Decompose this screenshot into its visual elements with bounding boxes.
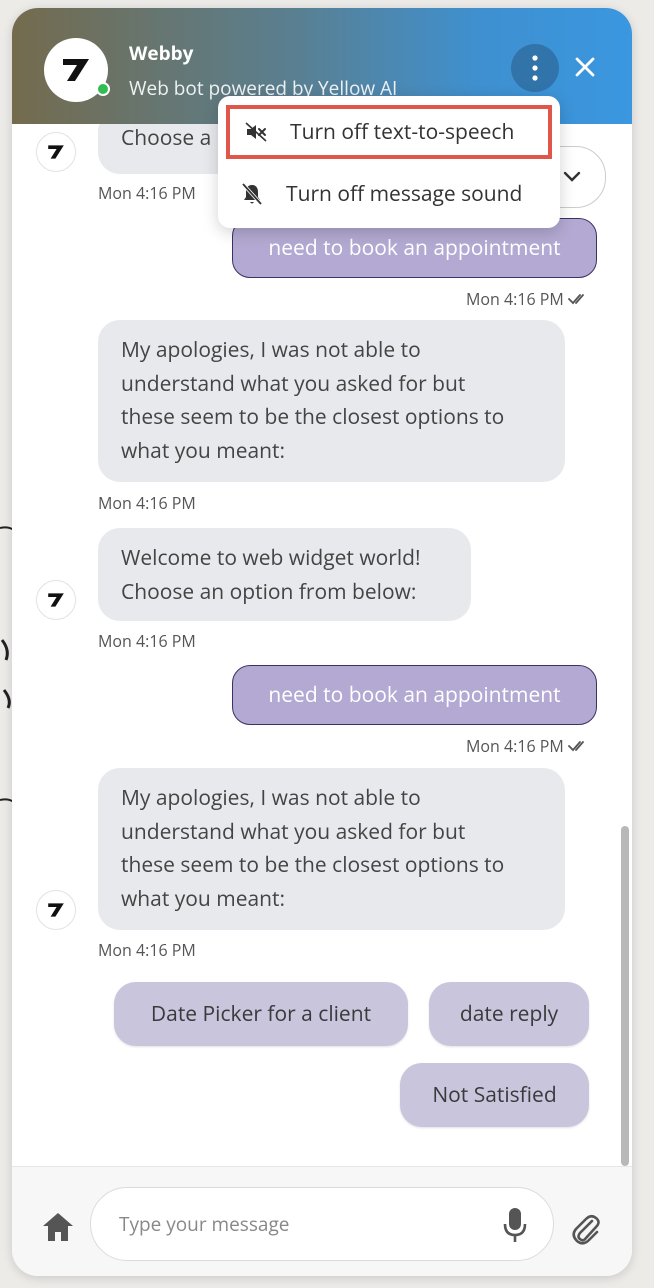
message-timestamp: Mon 4:16 PM bbox=[98, 182, 196, 204]
message-timestamp: Mon 4:16 PM bbox=[98, 630, 196, 652]
message-timestamp: Mon 4:16 PM bbox=[98, 492, 196, 514]
bot-message: My apologies, I was not able to understa… bbox=[98, 768, 565, 930]
timestamp-text: Mon 4:16 PM bbox=[466, 735, 564, 757]
close-icon bbox=[575, 57, 595, 77]
bot-message-line: Welcome to web widget world! bbox=[121, 544, 421, 572]
bot-message-line: Choose an option from below: bbox=[121, 577, 417, 606]
message-input-container bbox=[90, 1187, 554, 1261]
menu-item-message-sound[interactable]: Turn off message sound bbox=[226, 167, 552, 221]
menu-item-text-to-speech[interactable]: Turn off text-to-speech bbox=[226, 105, 552, 159]
chat-messages[interactable]: Choose a Mon 4:16 PM need to book an app… bbox=[12, 110, 632, 1164]
scrollbar[interactable] bbox=[621, 826, 629, 1166]
timestamp-text: Mon 4:16 PM bbox=[466, 288, 564, 310]
menu-item-label: Turn off message sound bbox=[286, 180, 523, 208]
microphone-icon bbox=[503, 1208, 527, 1242]
home-button[interactable] bbox=[40, 1209, 76, 1245]
user-message-text: need to book an appointment bbox=[268, 681, 561, 709]
options-menu: Turn off text-to-speech Turn off message… bbox=[218, 96, 560, 228]
attach-button[interactable] bbox=[568, 1211, 604, 1247]
double-check-icon bbox=[567, 294, 584, 305]
bot-message: My apologies, I was not able to understa… bbox=[98, 320, 565, 482]
bot-message: Welcome to web widget world! Choose an o… bbox=[98, 528, 471, 621]
bot-message-avatar bbox=[36, 580, 76, 620]
menu-item-label: Turn off text-to-speech bbox=[290, 118, 515, 146]
yellow-ai-logo-icon bbox=[48, 903, 64, 917]
yellow-ai-logo-icon bbox=[63, 59, 89, 81]
bot-message-line: these seem to be the closest options to bbox=[121, 403, 505, 431]
quick-reply-date-picker[interactable]: Date Picker for a client bbox=[114, 982, 408, 1046]
user-message: need to book an appointment bbox=[232, 665, 597, 725]
user-message-text: need to book an appointment bbox=[268, 234, 561, 262]
user-message-timestamp: Mon 4:16 PM bbox=[466, 735, 588, 757]
microphone-button[interactable] bbox=[499, 1206, 531, 1244]
paperclip-icon bbox=[572, 1214, 600, 1245]
message-input[interactable] bbox=[119, 1206, 479, 1242]
home-icon bbox=[43, 1213, 73, 1241]
online-status-dot bbox=[96, 82, 110, 96]
bot-message-line: understand what you asked for but bbox=[121, 369, 466, 398]
user-message-timestamp: Mon 4:16 PM bbox=[466, 288, 588, 310]
chat-widget: Webby Web bot powered by Yellow AI Choos… bbox=[12, 8, 632, 1276]
speaker-muted-icon bbox=[245, 122, 267, 142]
bot-message-line: what you meant: bbox=[121, 884, 286, 913]
bot-message-line: understand what you asked for but bbox=[121, 817, 466, 846]
yellow-ai-logo-icon bbox=[48, 593, 64, 607]
bot-message-avatar bbox=[36, 890, 76, 930]
close-button[interactable] bbox=[568, 50, 602, 84]
more-options-button[interactable] bbox=[511, 44, 559, 92]
bot-message-avatar bbox=[36, 132, 76, 172]
vertical-dots-icon bbox=[532, 55, 538, 81]
chevron-down-icon bbox=[563, 171, 581, 182]
message-composer bbox=[12, 1166, 632, 1276]
message-timestamp: Mon 4:16 PM bbox=[98, 939, 196, 961]
bot-message-text: Choose a bbox=[121, 124, 212, 152]
bell-off-icon bbox=[241, 182, 263, 206]
bot-message-line: these seem to be the closest options to bbox=[121, 851, 505, 879]
bot-message-line: My apologies, I was not able to bbox=[121, 784, 421, 812]
quick-reply-date-reply[interactable]: date reply bbox=[429, 982, 589, 1046]
yellow-ai-logo-icon bbox=[48, 145, 64, 159]
bot-message-line: My apologies, I was not able to bbox=[121, 336, 421, 364]
quick-reply-not-satisfied[interactable]: Not Satisfied bbox=[400, 1063, 589, 1127]
bot-name: Webby bbox=[129, 40, 194, 66]
bot-message-line: what you meant: bbox=[121, 436, 286, 465]
double-check-icon bbox=[567, 741, 584, 752]
